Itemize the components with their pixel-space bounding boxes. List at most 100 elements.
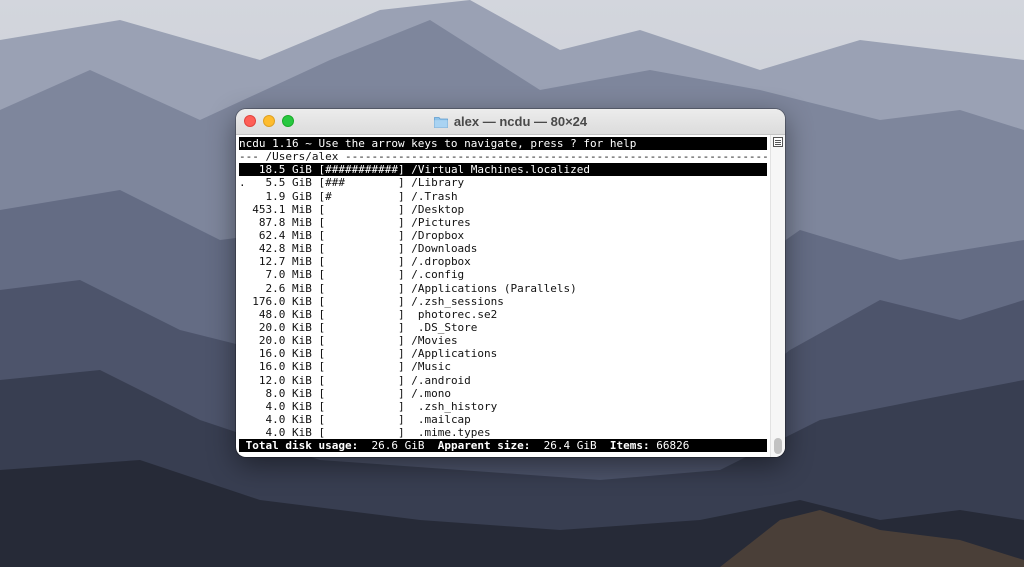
row-name: .mime.types: [411, 426, 491, 440]
row-size: 4.0 KiB: [245, 426, 312, 440]
row-bar: [ ]: [318, 373, 405, 387]
row-bar: [ ]: [318, 426, 405, 440]
row-name: /.config: [411, 268, 465, 282]
list-item[interactable]: 8.0 KiB [ ] /.mono: [239, 387, 767, 400]
row-bar: [ ]: [318, 360, 405, 374]
list-item[interactable]: 18.5 GiB [###########] /Virtual Machines…: [239, 163, 767, 177]
row-bar: [ ]: [318, 202, 405, 216]
row-size: 62.4 MiB: [245, 228, 312, 242]
list-item[interactable]: 87.8 MiB [ ] /Pictures: [239, 216, 767, 229]
row-bar: [ ]: [318, 334, 405, 348]
row-bar: [ ]: [318, 294, 405, 308]
row-mark: [239, 321, 246, 334]
row-size: 4.0 KiB: [245, 412, 312, 426]
row-bar: [ ]: [318, 215, 405, 229]
list-item[interactable]: . 5.5 GiB [### ] /Library: [239, 176, 767, 189]
row-mark: [239, 242, 246, 255]
row-size: 18.5 GiB: [245, 163, 312, 177]
row-size: 176.0 KiB: [245, 294, 312, 308]
list-item[interactable]: 453.1 MiB [ ] /Desktop: [239, 203, 767, 216]
row-bar: [ ]: [318, 268, 405, 282]
list-item[interactable]: 12.7 MiB [ ] /.dropbox: [239, 255, 767, 268]
list-item[interactable]: 1.9 GiB [# ] /.Trash: [239, 190, 767, 203]
list-item[interactable]: 2.6 MiB [ ] /Applications (Parallels): [239, 282, 767, 295]
row-size: 16.0 KiB: [245, 347, 312, 361]
row-mark: [239, 426, 246, 439]
row-name: /Downloads: [411, 242, 478, 256]
list-item[interactable]: 42.8 MiB [ ] /Downloads: [239, 242, 767, 255]
total-disk-usage-value: 26.6 GiB: [358, 439, 425, 453]
list-item[interactable]: 20.0 KiB [ ] /Movies: [239, 334, 767, 347]
row-mark: [239, 374, 246, 387]
window-title-wrap: alex — ncdu — 80×24: [236, 109, 785, 134]
list-item[interactable]: 62.4 MiB [ ] /Dropbox: [239, 229, 767, 242]
list-item[interactable]: 16.0 KiB [ ] /Applications: [239, 347, 767, 360]
window-title: alex — ncdu — 80×24: [453, 114, 588, 129]
row-size: 20.0 KiB: [245, 334, 312, 348]
row-name: /Movies: [411, 334, 458, 348]
row-size: 2.6 MiB: [245, 281, 312, 295]
row-name: .zsh_history: [411, 399, 498, 413]
row-size: 8.0 KiB: [245, 386, 312, 400]
list-item[interactable]: 12.0 KiB [ ] /.android: [239, 374, 767, 387]
list-item[interactable]: 4.0 KiB [ ] .mailcap: [239, 413, 767, 426]
file-list[interactable]: 18.5 GiB [###########] /Virtual Machines…: [239, 163, 767, 439]
row-mark: [239, 282, 246, 295]
row-size: 42.8 MiB: [245, 242, 312, 256]
row-bar: [ ]: [318, 307, 405, 321]
scroll-menu-icon[interactable]: [773, 137, 783, 147]
row-mark: [239, 163, 246, 176]
row-name: /Music: [411, 360, 451, 374]
row-name: photorec.se2: [411, 307, 498, 321]
list-item[interactable]: 7.0 MiB [ ] /.config: [239, 268, 767, 281]
list-item[interactable]: 4.0 KiB [ ] .mime.types: [239, 426, 767, 439]
status-bar: Total disk usage: 26.6 GiB Apparent size…: [239, 439, 767, 453]
title-bar[interactable]: alex — ncdu — 80×24: [236, 109, 785, 135]
row-bar: [ ]: [318, 386, 405, 400]
row-name: /Virtual Machines.localized: [411, 163, 591, 177]
row-name: /Dropbox: [411, 228, 465, 242]
row-name: /Desktop: [411, 202, 465, 216]
row-name: .mailcap: [411, 412, 471, 426]
folder-icon: [433, 116, 448, 128]
ncdu-header: ncdu 1.16 ~ Use the arrow keys to naviga…: [239, 137, 767, 151]
row-size: 12.0 KiB: [245, 373, 312, 387]
row-size: 12.7 MiB: [245, 255, 312, 269]
row-bar: [ ]: [318, 281, 405, 295]
row-name: /.android: [411, 373, 471, 387]
list-item[interactable]: 16.0 KiB [ ] /Music: [239, 360, 767, 373]
row-size: 4.0 KiB: [245, 399, 312, 413]
terminal-window[interactable]: alex — ncdu — 80×24 ncdu 1.16 ~ Use the …: [236, 109, 785, 457]
items-label: Items:: [596, 439, 650, 453]
list-item[interactable]: 176.0 KiB [ ] /.zsh_sessions: [239, 295, 767, 308]
scrollbar-thumb[interactable]: [774, 438, 782, 454]
items-value: 66826: [649, 439, 690, 453]
row-name: /.dropbox: [411, 255, 471, 269]
row-bar: [ ]: [318, 242, 405, 256]
list-item[interactable]: 20.0 KiB [ ] .DS_Store: [239, 321, 767, 334]
row-mark: [239, 229, 246, 242]
row-name: /Applications (Parallels): [411, 281, 577, 295]
row-name: /Pictures: [411, 215, 471, 229]
terminal-content[interactable]: ncdu 1.16 ~ Use the arrow keys to naviga…: [239, 137, 767, 455]
vertical-scrollbar[interactable]: [770, 135, 785, 457]
row-bar: [###########]: [318, 163, 405, 177]
list-item[interactable]: 4.0 KiB [ ] .zsh_history: [239, 400, 767, 413]
row-mark: [239, 216, 246, 229]
row-mark: [239, 295, 246, 308]
row-name: /.mono: [411, 386, 451, 400]
row-size: 20.0 KiB: [245, 320, 312, 334]
apparent-size-label: Apparent size:: [424, 439, 531, 453]
row-mark: [239, 308, 246, 321]
row-mark: [239, 360, 246, 373]
row-size: 48.0 KiB: [245, 307, 312, 321]
row-mark: [239, 387, 246, 400]
current-path-line: --- /Users/alex ------------------------…: [239, 150, 767, 164]
row-name: /.Trash: [411, 189, 458, 203]
row-mark: [239, 413, 246, 426]
list-item[interactable]: 48.0 KiB [ ] photorec.se2: [239, 308, 767, 321]
row-size: 5.5 GiB: [245, 176, 312, 190]
row-name: /Library: [411, 176, 465, 190]
row-bar: [ ]: [318, 228, 405, 242]
row-mark: [239, 203, 246, 216]
